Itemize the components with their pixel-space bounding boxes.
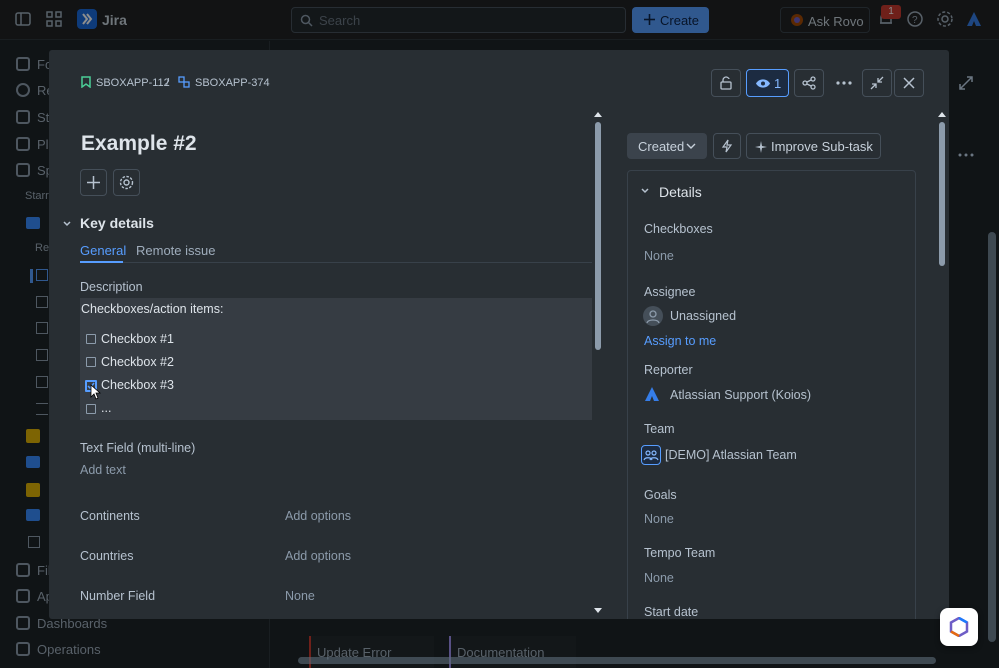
eye-icon [756, 79, 770, 88]
reporter-label: Reporter [644, 363, 693, 377]
watch-button[interactable]: 1 [746, 69, 789, 97]
lock-button[interactable] [711, 69, 741, 97]
close-icon [903, 77, 915, 89]
expand-icon[interactable] [957, 74, 975, 92]
bookmark-icon [81, 76, 91, 88]
collapse-icon [870, 76, 884, 90]
tab-divider [80, 262, 592, 263]
active-tab-indicator [80, 261, 123, 263]
share-button[interactable] [794, 69, 824, 97]
countries-label: Countries [80, 549, 134, 563]
unlock-icon [720, 76, 732, 90]
breadcrumb-parent-link[interactable]: SBOXAPP-112 [96, 77, 170, 89]
assign-to-me-link[interactable]: Assign to me [644, 334, 716, 348]
automation-button[interactable] [713, 133, 741, 159]
countries-select[interactable]: Add options [285, 549, 351, 563]
rovo-chat-button[interactable] [940, 608, 978, 646]
chevron-down-icon[interactable] [62, 219, 72, 229]
tempo-team-label: Tempo Team [644, 546, 716, 560]
tab-general[interactable]: General [80, 243, 126, 258]
sparkle-icon [755, 141, 767, 153]
plus-icon [87, 176, 100, 189]
apps-button[interactable] [113, 169, 140, 196]
page-vertical-scrollbar[interactable] [988, 232, 996, 642]
team-value[interactable]: [DEMO] Atlassian Team [665, 448, 797, 462]
assignee-value[interactable]: Unassigned [670, 309, 736, 323]
rovo-logo-icon [949, 617, 969, 637]
assignee-label: Assignee [644, 285, 696, 299]
share-icon [802, 76, 816, 90]
team-label: Team [644, 422, 675, 436]
continents-label: Continents [80, 509, 140, 523]
right-column-scrollbar[interactable] [939, 122, 945, 266]
atlassian-logo-icon [645, 387, 659, 401]
text-field-label: Text Field (multi-line) [80, 441, 196, 455]
checkbox[interactable] [86, 334, 96, 344]
details-heading[interactable]: Details [659, 184, 702, 200]
checkboxes-label: Checkboxes [644, 222, 713, 236]
tab-remote-issue[interactable]: Remote issue [136, 243, 215, 258]
more-actions-button[interactable] [828, 69, 858, 97]
number-field-label: Number Field [80, 589, 156, 603]
text-field-input[interactable]: Add text [80, 463, 126, 477]
checkboxes-value[interactable]: None [644, 249, 674, 263]
improve-subtask-button[interactable]: Improve Sub-task [746, 133, 881, 159]
chevron-down-icon[interactable] [640, 186, 650, 196]
status-dropdown[interactable]: Created [627, 133, 707, 159]
goals-label: Goals [644, 488, 677, 502]
team-icon [641, 445, 661, 465]
description-label: Description [80, 280, 143, 294]
mouse-cursor-icon [90, 384, 102, 400]
left-column-scrollbar[interactable] [595, 122, 601, 350]
chevron-down-icon [686, 143, 696, 149]
checkbox-label: Checkbox #2 [101, 355, 174, 369]
tempo-team-value[interactable]: None [644, 571, 674, 585]
status-label: Created [638, 139, 685, 154]
more-dots-icon [836, 81, 852, 85]
user-avatar-icon [643, 306, 663, 326]
issue-modal: SBOXAPP-112 / SBOXAPP-374 1 Example #2 K… [49, 50, 949, 619]
breadcrumb-current-link[interactable]: SBOXAPP-374 [195, 77, 270, 89]
goals-value[interactable]: None [644, 512, 674, 526]
scroll-down-arrow-icon[interactable] [593, 607, 603, 615]
close-button[interactable] [894, 69, 924, 97]
continents-select[interactable]: Add options [285, 509, 351, 523]
more-icon[interactable] [957, 151, 975, 159]
scroll-up-arrow-icon[interactable] [937, 110, 947, 118]
key-details-heading[interactable]: Key details [80, 215, 154, 231]
improve-subtask-label: Improve Sub-task [771, 139, 873, 154]
checkbox-label: Checkbox #3 [101, 378, 174, 392]
collapse-button[interactable] [862, 69, 892, 97]
lightning-bolt-icon [721, 139, 733, 153]
add-button[interactable] [80, 169, 107, 196]
description-heading: Checkboxes/action items: [81, 302, 224, 316]
breadcrumb-separator: / [166, 77, 170, 89]
checkbox-label: Checkbox #1 [101, 332, 174, 346]
start-date-label: Start date [644, 605, 699, 619]
checkbox-label: ... [101, 401, 112, 415]
scroll-up-arrow-icon[interactable] [593, 110, 603, 118]
watch-count: 1 [774, 76, 782, 91]
settings-cog-icon [119, 175, 134, 190]
issue-title[interactable]: Example #2 [81, 132, 197, 156]
checkbox[interactable] [86, 357, 96, 367]
reporter-value[interactable]: Atlassian Support (Koios) [670, 388, 811, 402]
subtask-icon [178, 76, 190, 88]
number-field-value[interactable]: None [285, 589, 315, 603]
page-horizontal-scrollbar[interactable] [298, 657, 936, 664]
details-panel: Details Checkboxes None Assignee Unassig… [627, 170, 916, 619]
checkbox[interactable] [86, 404, 96, 414]
